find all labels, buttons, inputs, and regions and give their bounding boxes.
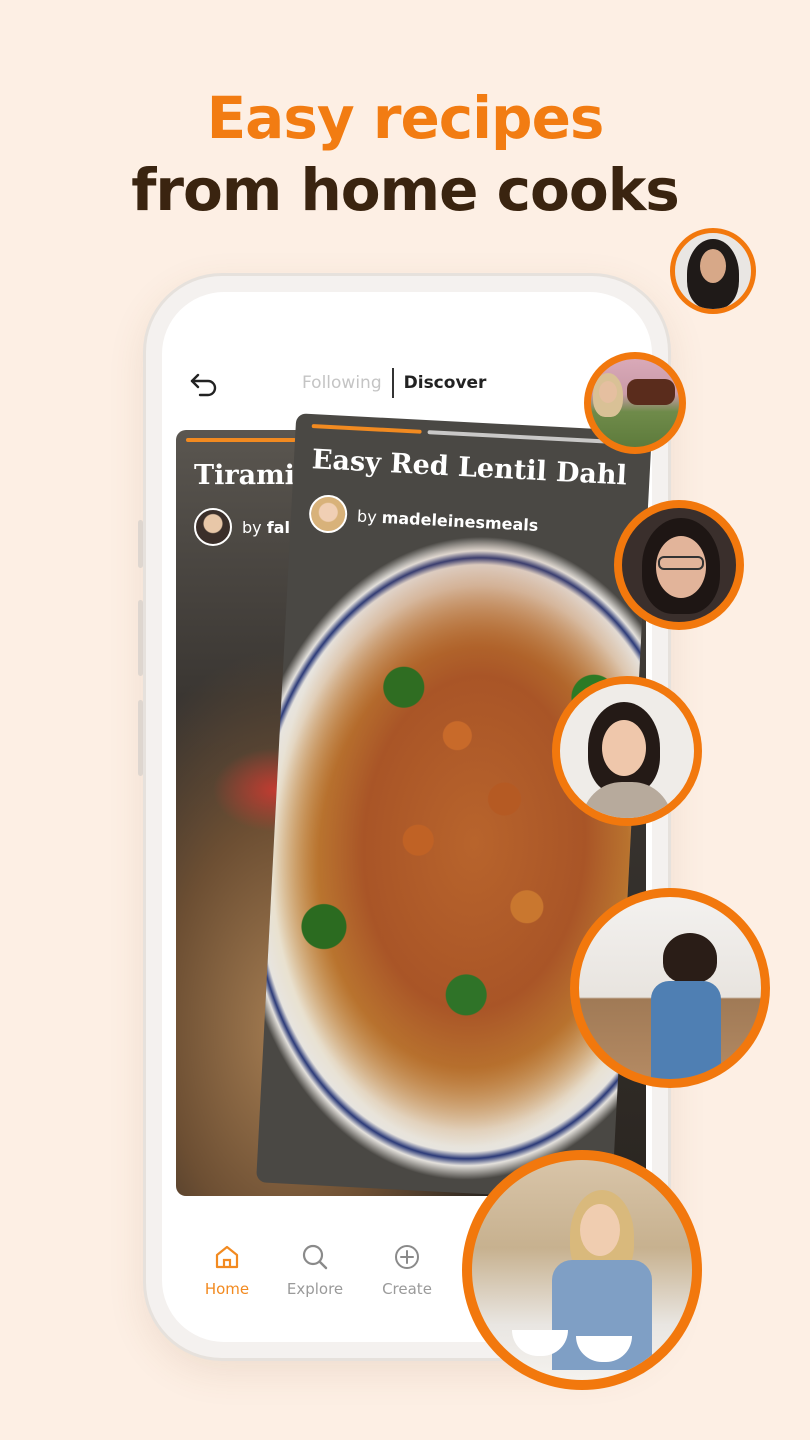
nav-create-label: Create <box>382 1280 432 1298</box>
headline: Easy recipes from home cooks <box>0 82 810 226</box>
creator-avatar-3[interactable] <box>614 500 744 630</box>
headline-line-2: from home cooks <box>131 156 680 224</box>
dahl-photo <box>256 448 652 1201</box>
author-avatar <box>308 494 349 534</box>
tab-discover[interactable]: Discover <box>404 373 487 393</box>
phone-volume-down <box>138 600 143 676</box>
author-by-label: by madeleinesmeals <box>356 506 539 535</box>
avatar-face <box>580 1204 620 1256</box>
phone-power <box>138 700 143 776</box>
tab-following[interactable]: Following <box>302 373 382 393</box>
author-name: madeleinesmeals <box>381 507 539 535</box>
story-progress-active <box>311 424 422 434</box>
avatar-face <box>599 381 617 403</box>
feed-tabs: Following Discover <box>302 368 486 398</box>
avatar-face <box>700 249 726 283</box>
recipe-author[interactable]: by fala <box>194 508 301 546</box>
top-bar: Following Discover <box>162 292 652 432</box>
headline-line-1: Easy recipes <box>206 84 605 152</box>
author-avatar <box>194 508 232 546</box>
story-progress-active <box>186 438 296 442</box>
avatar-overalls <box>651 981 721 1079</box>
creator-avatar-6[interactable] <box>462 1150 702 1390</box>
nav-explore[interactable]: Explore <box>270 1242 360 1298</box>
nav-explore-label: Explore <box>286 1280 344 1298</box>
home-icon <box>215 1245 239 1269</box>
avatar-hair <box>663 933 717 983</box>
creator-avatar-5[interactable] <box>570 888 770 1088</box>
nav-home-label: Home <box>204 1280 250 1298</box>
creator-avatar-4[interactable] <box>552 676 702 826</box>
nav-create[interactable]: Create <box>362 1242 452 1298</box>
glasses <box>658 556 704 570</box>
creator-avatar-1[interactable] <box>670 228 756 314</box>
back-arrow-icon[interactable] <box>186 366 222 402</box>
phone-volume-up <box>138 520 143 568</box>
avatar-face <box>602 720 646 776</box>
tab-divider <box>391 368 394 398</box>
plus-circle-icon <box>395 1245 419 1269</box>
search-icon <box>302 1244 328 1270</box>
nav-home[interactable]: Home <box>182 1242 272 1298</box>
cow-shape <box>627 379 675 405</box>
creator-avatar-2[interactable] <box>584 352 686 454</box>
